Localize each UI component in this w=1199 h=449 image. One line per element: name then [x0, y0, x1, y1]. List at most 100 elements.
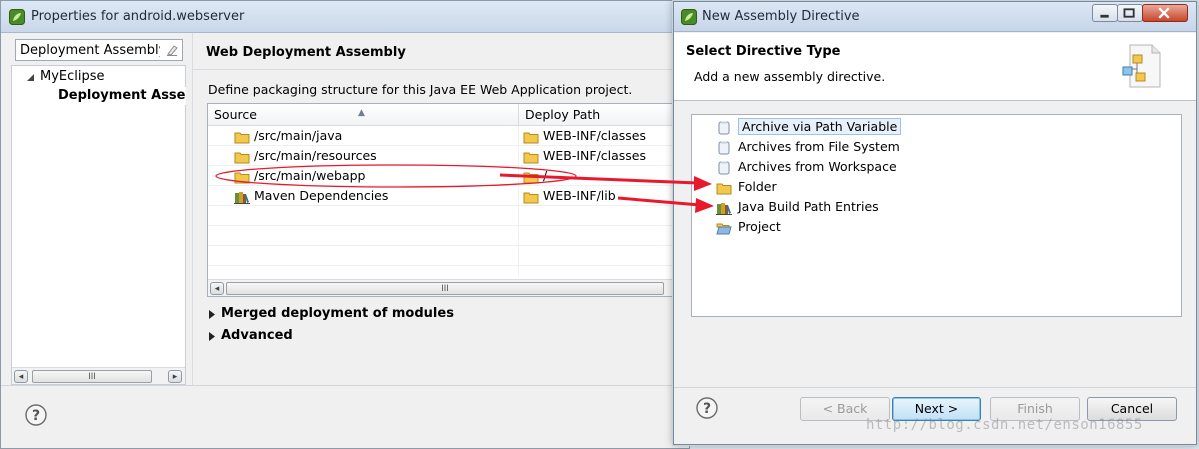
jar-icon — [718, 141, 730, 154]
library-icon — [234, 191, 250, 204]
scroll-left-icon[interactable]: ◂ — [14, 370, 28, 383]
filter-field[interactable] — [15, 39, 183, 61]
dialog-footer-divider — [674, 387, 1196, 388]
table-horizontal-scrollbar[interactable]: ◂ III — [208, 279, 676, 296]
banner-description: Add a new assembly directive. — [694, 69, 886, 84]
tree-item-deployment-assembly[interactable]: Deployment Assembl — [58, 87, 186, 105]
folder-icon — [523, 172, 539, 183]
scroll-left-icon[interactable]: ◂ — [210, 282, 224, 295]
tree-item-label: Deployment Assembl — [58, 88, 186, 103]
section-label: Advanced — [221, 328, 293, 343]
library-icon — [716, 202, 732, 215]
list-item[interactable]: Archives from File System — [716, 137, 900, 156]
page-title: Web Deployment Assembly — [206, 45, 406, 60]
deploy-cell: WEB-INF/lib — [523, 186, 616, 206]
new-assembly-directive-dialog: New Assembly Directive Select Directive … — [673, 1, 1197, 445]
folder-icon — [234, 172, 250, 183]
tree-item-myeclipse[interactable]: MyEclipse — [26, 68, 105, 86]
section-label: Merged deployment of modules — [221, 306, 454, 321]
folder-icon — [523, 192, 539, 203]
list-item-label: Java Build Path Entries — [738, 199, 879, 214]
window-controls — [1092, 4, 1192, 22]
myeclipse-app-icon — [9, 9, 25, 25]
sort-ascending-icon: ▲ — [358, 108, 365, 118]
list-item[interactable]: Archive via Path Variable — [716, 117, 902, 136]
myeclipse-app-icon — [681, 9, 697, 25]
properties-nav-tree: MyEclipse Deployment Assembl ◂ III ▸ — [11, 65, 186, 385]
directive-type-list: Archive via Path Variable Archives from … — [691, 114, 1182, 317]
close-button[interactable] — [1142, 4, 1188, 22]
help-icon[interactable]: ? — [25, 404, 47, 426]
assembly-wizard-icon — [1122, 44, 1161, 88]
list-item[interactable]: Project — [716, 217, 781, 236]
table-row[interactable]: /src/main/java WEB-INF/classes — [208, 126, 676, 146]
source-cell: /src/main/resources — [234, 146, 377, 166]
dialog-title: New Assembly Directive — [702, 9, 860, 24]
source-cell: Maven Dependencies — [234, 186, 388, 206]
jar-icon — [718, 121, 730, 134]
source-path: Maven Dependencies — [254, 188, 389, 203]
table-row-empty — [208, 206, 676, 226]
collapsed-arrow-icon[interactable] — [208, 310, 216, 319]
list-item[interactable]: Archives from Workspace — [716, 157, 897, 176]
list-item[interactable]: Folder — [716, 177, 777, 196]
properties-titlebar[interactable]: Properties for android.webserver — [1, 1, 689, 33]
jar-icon — [718, 161, 730, 174]
table-row[interactable]: Maven Dependencies WEB-INF/lib — [208, 186, 676, 206]
source-path: /src/main/resources — [254, 148, 377, 163]
deploy-path: WEB-INF/classes — [543, 148, 647, 163]
maximize-button[interactable] — [1117, 4, 1143, 22]
scroll-thumb[interactable]: III — [32, 370, 152, 383]
deploy-path: WEB-INF/classes — [543, 128, 647, 143]
folder-icon — [234, 152, 250, 163]
folder-icon — [234, 132, 250, 143]
column-header-label: Deploy Path — [525, 107, 601, 122]
dialog-banner: Select Directive Type Add a new assembly… — [674, 33, 1196, 101]
folder-icon — [716, 183, 732, 194]
table-row-empty — [208, 226, 676, 246]
list-item-label: Folder — [738, 179, 777, 194]
folder-icon — [523, 132, 539, 143]
folder-icon — [523, 152, 539, 163]
source-cell: /src/main/webapp — [234, 166, 366, 186]
column-header-source[interactable]: Source ▲ — [208, 104, 519, 126]
banner-title: Select Directive Type — [686, 44, 841, 59]
list-item[interactable]: Java Build Path Entries — [716, 197, 879, 216]
deployment-table: Source ▲ Deploy Path /src/main/java WEB-… — [207, 103, 677, 297]
properties-window: Properties for android.webserver MyEclip… — [0, 0, 691, 449]
collapsed-arrow-icon[interactable] — [208, 332, 216, 341]
table-row-empty — [208, 246, 676, 266]
watermark-text: http://blog.csdn.net/enson16855 — [866, 417, 1143, 433]
minimize-button[interactable] — [1092, 4, 1118, 22]
footer-divider — [1, 385, 691, 386]
scroll-thumb[interactable]: III — [226, 282, 664, 295]
deploy-cell: WEB-INF/classes — [523, 146, 646, 166]
minimize-icon — [1100, 14, 1109, 18]
tree-horizontal-scrollbar[interactable]: ◂ III ▸ — [12, 367, 185, 384]
section-advanced[interactable]: Advanced — [208, 328, 293, 343]
deploy-path: / — [543, 168, 548, 183]
title-divider — [193, 69, 691, 70]
tree-expanded-arrow-icon[interactable] — [26, 73, 35, 82]
dialog-titlebar[interactable]: New Assembly Directive — [674, 2, 1196, 32]
deploy-path: WEB-INF/lib — [543, 188, 616, 203]
maximize-icon — [1123, 8, 1135, 18]
tree-item-label: MyEclipse — [40, 69, 105, 84]
filter-input[interactable] — [16, 40, 164, 60]
help-glyph: ? — [32, 408, 40, 424]
clear-filter-icon[interactable] — [165, 43, 179, 57]
column-header-deploy-path[interactable]: Deploy Path — [519, 104, 676, 126]
list-item-label: Archives from Workspace — [738, 159, 897, 174]
column-header-label: Source — [214, 107, 257, 122]
open-folder-icon — [716, 223, 732, 234]
scroll-right-icon[interactable]: ▸ — [168, 370, 182, 383]
table-row[interactable]: /src/main/webapp / — [208, 166, 676, 186]
deploy-cell: WEB-INF/classes — [523, 126, 646, 146]
list-item-label: Archive via Path Variable — [738, 118, 902, 135]
section-merged-deployment[interactable]: Merged deployment of modules — [208, 306, 454, 321]
list-item-label: Archives from File System — [738, 139, 900, 154]
list-item-label: Project — [738, 219, 781, 234]
help-icon[interactable]: ? — [696, 397, 718, 419]
table-row[interactable]: /src/main/resources WEB-INF/classes — [208, 146, 676, 166]
help-glyph: ? — [703, 401, 711, 417]
